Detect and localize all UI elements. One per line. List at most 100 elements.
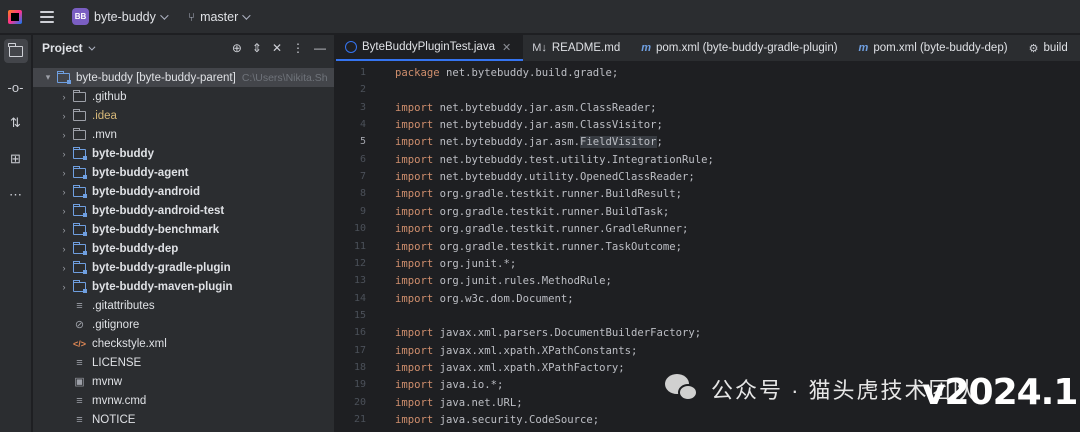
tree-item[interactable]: ≡ LICENSE [33,353,334,372]
line-number: 11 [353,240,366,252]
code-text: net.bytebuddy.jar.asm.ClassReader; [433,101,657,114]
editor-tab-label: ByteBuddyPluginTest.java [362,41,495,53]
code-line: import net.bytebuddy.utility.OpenedClass… [395,171,695,183]
keyword: import [395,136,434,149]
code-text: org.gradle.testkit.runner.TaskOutcome; [433,240,683,253]
line-number: 6 [359,153,366,165]
tree-item[interactable]: › byte-buddy-android-test [33,201,334,220]
tree-item[interactable]: ≡ .gitattributes [33,296,334,315]
tree-item-label: byte-buddy-android-test [92,204,225,217]
keyword: import [395,205,434,218]
tree-item[interactable]: ≡ mvnw.cmd [33,391,334,410]
tree-item-label: byte-buddy-maven-plugin [92,280,233,293]
tree-item[interactable]: › byte-buddy-maven-plugin [33,277,334,296]
text-file-icon: ≡ [76,394,83,407]
tree-item[interactable]: › .github [33,87,334,106]
markdown-icon: M↓ [532,42,547,54]
code-text: javax.xml.parsers.DocumentBuilderFactory… [433,327,702,340]
tree-item[interactable]: › .idea [33,106,334,125]
line-number: 3 [359,101,366,113]
close-icon[interactable]: ✕ [502,41,511,54]
chevron-down-icon[interactable] [160,10,169,20]
project-badge[interactable]: BB [72,8,89,25]
code-text: java.security.CodeSource; [433,414,600,426]
tree-item-label: NOTICE [92,413,136,426]
tree-item-label: checkstyle.xml [92,337,167,350]
tree-item[interactable]: ≡ NOTICE [33,410,334,429]
branch-selector[interactable]: master [200,10,238,24]
structure-icon[interactable]: ⊞ [4,147,28,171]
chevron-right-icon[interactable]: › [59,168,69,178]
tree-item[interactable]: ▣ mvnw [33,372,334,391]
main-menu-icon[interactable] [40,10,54,23]
tree-item[interactable]: › byte-buddy-android [33,182,334,201]
editor-tab[interactable]: ⚙ build [1020,35,1080,61]
code-text: java.io.*; [433,379,504,392]
code-text: org.junit.rules.MethodRule; [433,275,612,288]
expand-all-icon[interactable]: ⇕ [252,41,262,55]
line-number: 21 [353,414,366,425]
keyword: import [395,240,434,253]
line-number: 5 [359,136,366,148]
code-line: import javax.xml.xpath.XPathFactory; [395,362,625,374]
collapse-all-icon[interactable]: ✕ [272,41,282,55]
more-icon[interactable]: ⋯ [4,183,28,207]
code-text: org.w3c.dom.Document; [433,292,574,305]
tree-item[interactable]: › byte-buddy-gradle-plugin [33,258,334,277]
tree-item[interactable]: › byte-buddy-benchmark [33,220,334,239]
chevron-right-icon[interactable]: › [59,149,69,159]
line-number: 7 [359,171,366,183]
line-number: 1 [359,67,366,78]
git-branch-icon[interactable]: ⑂ [188,10,195,24]
chevron-down-icon[interactable]: ▾ [43,72,53,83]
chevron-right-icon[interactable]: › [59,206,69,216]
hide-icon[interactable]: — [314,41,326,55]
chevron-down-icon[interactable] [242,10,251,20]
project-icon[interactable] [3,39,28,63]
tree-item[interactable]: › byte-buddy [33,144,334,163]
code-line: import org.gradle.testkit.runner.GradleR… [395,223,688,235]
code-text: javax.xml.xpath.XPathFactory; [433,361,625,374]
editor-tab[interactable]: m pom.xml (byte-buddy-gradle-plugin) [632,35,849,61]
tree-root-item[interactable]: ▾ byte-buddy [byte-buddy-parent] C:\Users\… [33,68,334,87]
code-line: import java.net.URL; [395,397,523,409]
wechat-logo-icon [665,374,701,404]
module-folder-icon [72,146,87,160]
tree-item[interactable]: › byte-buddy-agent [33,163,334,182]
editor-tab[interactable]: m pom.xml (byte-buddy-dep) [850,35,1020,61]
tree-item[interactable]: › .mvn [33,125,334,144]
chevron-right-icon[interactable]: › [59,92,69,102]
tree-item[interactable]: › byte-buddy-dep [33,239,334,258]
code-text: net.bytebuddy.test.utility.IntegrationRu… [433,153,714,166]
tree-item[interactable]: </> checkstyle.xml [33,334,334,353]
commit-icon[interactable]: -o- [4,75,28,99]
project-panel-title[interactable]: Project [42,41,83,55]
editor-tab-label: pom.xml (byte-buddy-gradle-plugin) [656,42,838,54]
chevron-right-icon[interactable]: › [59,225,69,235]
chevron-right-icon[interactable]: › [59,282,69,292]
locate-icon[interactable]: ⊕ [232,41,242,55]
tree-item[interactable]: ⊘ .gitignore [33,315,334,334]
tree-item-label: byte-buddy-dep [92,242,179,255]
keyword: import [395,171,434,184]
editor-tab[interactable]: M↓ README.md [523,35,632,61]
editor-tab[interactable]: ByteBuddyPluginTest.java ✕ [336,35,524,61]
code-line: import net.bytebuddy.jar.asm.ClassVisito… [395,119,663,131]
keyword: import [395,327,434,340]
module-folder-icon [72,184,87,198]
code-line: import org.gradle.testkit.runner.BuildTa… [395,206,669,218]
chevron-right-icon[interactable]: › [59,263,69,273]
pull-requests-icon[interactable]: ⇅ [4,111,28,135]
tree-item-label: LICENSE [92,356,142,369]
chevron-right-icon[interactable]: › [59,130,69,140]
chevron-right-icon[interactable]: › [59,187,69,197]
chevron-right-icon[interactable]: › [59,244,69,254]
code-line: import org.junit.*; [395,258,516,270]
tree-item-label: .idea [92,109,117,122]
options-icon[interactable]: ⋮ [292,41,304,55]
code-line: import org.w3c.dom.Document; [395,293,574,305]
project-selector[interactable]: byte-buddy [94,10,156,24]
chevron-right-icon[interactable]: › [59,111,69,121]
chevron-down-icon[interactable] [88,43,96,51]
keyword: import [395,223,434,236]
